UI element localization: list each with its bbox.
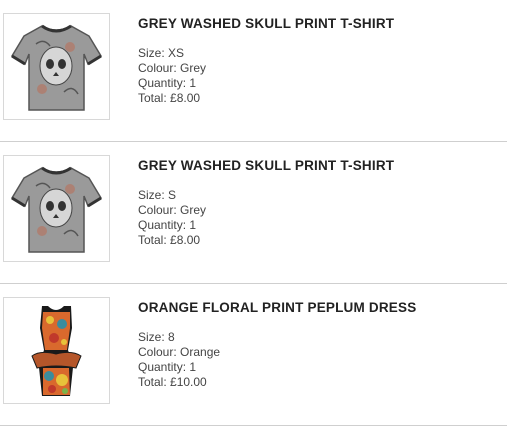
colour-value: Orange: [180, 345, 221, 359]
size-value: S: [168, 188, 177, 202]
grey-skull-tshirt-icon: [10, 166, 103, 253]
quantity-line: Quantity: 1: [138, 218, 394, 233]
size-label: Size:: [138, 330, 165, 344]
colour-label: Colour:: [138, 345, 177, 359]
product-name[interactable]: GREY WASHED SKULL PRINT T-SHIRT: [138, 157, 394, 174]
quantity-value: 1: [189, 360, 197, 374]
total-label: Total:: [138, 91, 167, 105]
total-line: Total: £10.00: [138, 375, 416, 390]
quantity-label: Quantity:: [138, 360, 187, 374]
colour-value: Grey: [180, 61, 207, 75]
item-divider: [0, 425, 507, 426]
quantity-value: 1: [189, 76, 197, 90]
item-details: GREY WASHED SKULL PRINT T-SHIRT Size: S …: [138, 157, 394, 248]
orange-floral-dress-icon: [31, 306, 82, 396]
colour-line: Colour: Grey: [138, 61, 394, 76]
colour-value: Grey: [180, 203, 207, 217]
total-line: Total: £8.00: [138, 233, 394, 248]
quantity-label: Quantity:: [138, 218, 187, 232]
total-label: Total:: [138, 233, 167, 247]
colour-line: Colour: Grey: [138, 203, 394, 218]
total-value: £8.00: [170, 91, 201, 105]
basket-item: GREY WASHED SKULL PRINT T-SHIRT Size: XS…: [0, 0, 507, 142]
size-value: 8: [168, 330, 175, 344]
total-label: Total:: [138, 375, 167, 389]
total-line: Total: £8.00: [138, 91, 394, 106]
quantity-label: Quantity:: [138, 76, 187, 90]
item-details: GREY WASHED SKULL PRINT T-SHIRT Size: XS…: [138, 15, 394, 106]
basket-item: GREY WASHED SKULL PRINT T-SHIRT Size: S …: [0, 142, 507, 284]
total-value: £8.00: [170, 233, 201, 247]
quantity-line: Quantity: 1: [138, 76, 394, 91]
product-name[interactable]: GREY WASHED SKULL PRINT T-SHIRT: [138, 15, 394, 32]
size-line: Size: S: [138, 188, 394, 203]
product-name[interactable]: ORANGE FLORAL PRINT PEPLUM DRESS: [138, 299, 416, 316]
grey-skull-tshirt-icon: [10, 24, 103, 111]
colour-line: Colour: Orange: [138, 345, 416, 360]
product-thumbnail[interactable]: [3, 297, 110, 404]
quantity-line: Quantity: 1: [138, 360, 416, 375]
size-line: Size: 8: [138, 330, 416, 345]
quantity-value: 1: [189, 218, 197, 232]
size-label: Size:: [138, 188, 165, 202]
colour-label: Colour:: [138, 203, 177, 217]
product-thumbnail[interactable]: [3, 155, 110, 262]
colour-label: Colour:: [138, 61, 177, 75]
item-details: ORANGE FLORAL PRINT PEPLUM DRESS Size: 8…: [138, 299, 416, 390]
size-value: XS: [168, 46, 185, 60]
total-value: £10.00: [170, 375, 207, 389]
basket-item: ORANGE FLORAL PRINT PEPLUM DRESS Size: 8…: [0, 284, 507, 426]
size-line: Size: XS: [138, 46, 394, 61]
size-label: Size:: [138, 46, 165, 60]
basket-items-list: GREY WASHED SKULL PRINT T-SHIRT Size: XS…: [0, 0, 507, 428]
product-thumbnail[interactable]: [3, 13, 110, 120]
